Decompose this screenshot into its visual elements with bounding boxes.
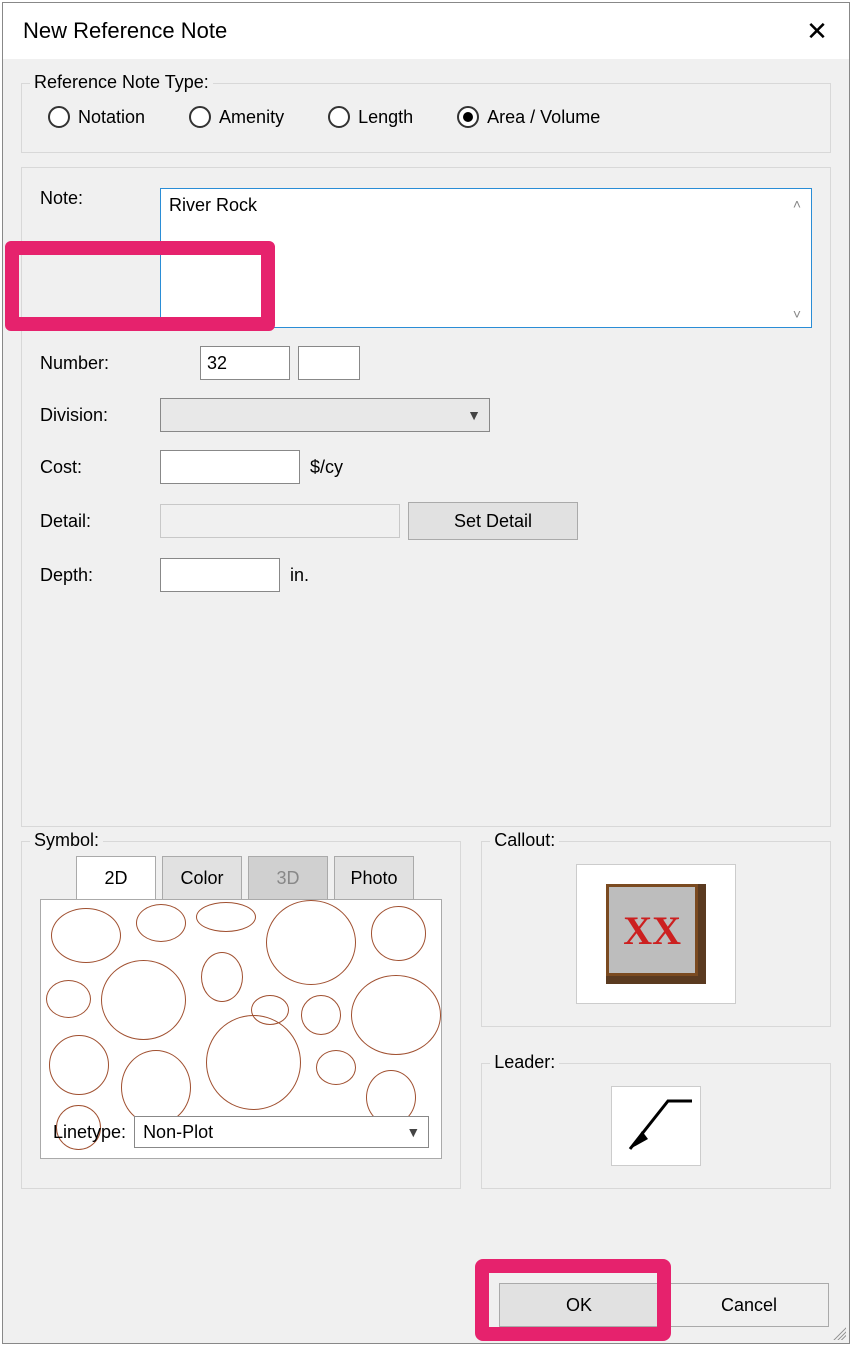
type-fieldset: Reference Note Type: Notation Amenity Le… [21, 83, 831, 153]
number-input[interactable] [200, 346, 290, 380]
titlebar: New Reference Note ✕ [3, 3, 849, 59]
tab-photo[interactable]: Photo [334, 856, 414, 900]
detail-readonly [160, 504, 400, 538]
note-label: Note: [40, 188, 160, 209]
callout-preview[interactable]: XX [576, 864, 736, 1004]
linetype-value: Non-Plot [143, 1122, 213, 1143]
number-suffix-input[interactable] [298, 346, 360, 380]
callout-placeholder: XX [606, 884, 698, 976]
leader-fieldset: Leader: [481, 1063, 831, 1189]
depth-input[interactable] [160, 558, 280, 592]
depth-row: Depth: in. [40, 558, 812, 592]
bottom-area: Symbol: 2D Color 3D Photo [21, 827, 831, 1189]
close-icon[interactable]: ✕ [797, 18, 837, 44]
leader-legend: Leader: [490, 1052, 559, 1073]
symbol-preview[interactable]: Linetype: Non-Plot ▼ [40, 899, 442, 1159]
symbol-tabs: 2D Color 3D Photo [76, 856, 442, 900]
dialog-title: New Reference Note [23, 18, 227, 44]
resize-grip-icon[interactable] [830, 1324, 846, 1340]
cost-input[interactable] [160, 450, 300, 484]
chevron-down-icon: ▼ [406, 1124, 420, 1140]
linetype-dropdown[interactable]: Non-Plot ▼ [134, 1116, 429, 1148]
linetype-row: Linetype: Non-Plot ▼ [53, 1116, 429, 1148]
chevron-down-icon: ▼ [467, 407, 481, 423]
division-dropdown[interactable]: ▼ [160, 398, 490, 432]
radio-label: Notation [78, 107, 145, 128]
detail-label: Detail: [40, 511, 160, 532]
division-label: Division: [40, 405, 160, 426]
callout-legend: Callout: [490, 830, 559, 851]
set-detail-button[interactable]: Set Detail [408, 502, 578, 540]
radio-length[interactable]: Length [328, 106, 413, 128]
cancel-button[interactable]: Cancel [669, 1283, 829, 1327]
scroll-down-icon[interactable]: ˅ [788, 306, 806, 324]
radio-label: Area / Volume [487, 107, 600, 128]
note-row: Note: ˄ ˅ [40, 188, 812, 328]
scroll-up-icon[interactable]: ˄ [788, 196, 806, 214]
symbol-fieldset: Symbol: 2D Color 3D Photo [21, 841, 461, 1189]
radio-label: Length [358, 107, 413, 128]
radio-notation[interactable]: Notation [48, 106, 145, 128]
number-row: Number: [40, 346, 812, 380]
footer-buttons: OK Cancel [499, 1283, 829, 1327]
dialog-content: Reference Note Type: Notation Amenity Le… [3, 59, 849, 1343]
cost-row: Cost: $/cy [40, 450, 812, 484]
tab-color[interactable]: Color [162, 856, 242, 900]
radio-icon [189, 106, 211, 128]
symbol-legend: Symbol: [30, 830, 103, 851]
cost-unit: $/cy [310, 457, 343, 478]
ok-button[interactable]: OK [499, 1283, 659, 1327]
radio-icon [328, 106, 350, 128]
callout-swatch: XX [606, 884, 706, 984]
tab-3d: 3D [248, 856, 328, 900]
radio-amenity[interactable]: Amenity [189, 106, 284, 128]
depth-unit: in. [290, 565, 309, 586]
number-label: Number: [40, 353, 200, 374]
radio-icon [457, 106, 479, 128]
tab-2d[interactable]: 2D [76, 856, 156, 900]
detail-row: Detail: Set Detail [40, 502, 812, 540]
division-row: Division: ▼ [40, 398, 812, 432]
type-legend: Reference Note Type: [30, 72, 213, 93]
radio-label: Amenity [219, 107, 284, 128]
leader-preview[interactable] [611, 1086, 701, 1166]
depth-label: Depth: [40, 565, 160, 586]
dialog-window: New Reference Note ✕ Reference Note Type… [2, 2, 850, 1344]
radio-area-volume[interactable]: Area / Volume [457, 106, 600, 128]
cost-label: Cost: [40, 457, 160, 478]
note-input[interactable] [160, 188, 812, 328]
main-fieldset: Note: ˄ ˅ Number: Division: ▼ Cost: [21, 167, 831, 827]
leader-arrow-icon [612, 1087, 702, 1167]
linetype-label: Linetype: [53, 1122, 126, 1143]
callout-fieldset: Callout: XX [481, 841, 831, 1027]
right-column: Callout: XX Leader: [481, 827, 831, 1189]
radio-icon [48, 106, 70, 128]
